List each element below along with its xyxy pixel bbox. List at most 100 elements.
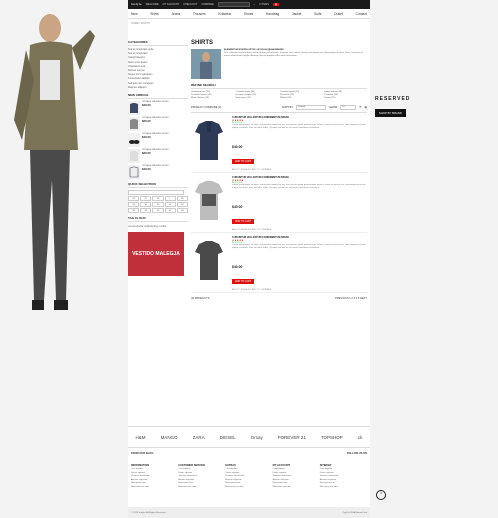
refine-link[interactable]: Morbi ultricies (16) bbox=[191, 97, 234, 99]
tag-link[interactable]: consectetur bbox=[128, 224, 144, 228]
footer-link[interactable]: Maecenas nec odio bbox=[225, 486, 272, 490]
breadcrumb[interactable]: HOME / SHIRTS bbox=[128, 19, 370, 28]
sidebar: CATEGORIES Sed ut perspiciatis unde Sed … bbox=[128, 40, 188, 277]
footer-link[interactable]: Maecenas nec odio bbox=[178, 486, 225, 490]
list-view-icon[interactable]: ☰ bbox=[359, 106, 361, 109]
product-image[interactable] bbox=[191, 116, 227, 164]
refine-link[interactable]: Vestibulum nisi (25) bbox=[191, 91, 234, 93]
refine-link[interactable]: Curabitur ligula (22) bbox=[280, 91, 323, 93]
refine-link[interactable]: Sed cursus (11) bbox=[236, 97, 279, 99]
refine-link[interactable]: Praesent (26) bbox=[325, 94, 368, 96]
cart-count[interactable]: 0 ITEMS bbox=[259, 3, 269, 6]
size-option[interactable]: 44 bbox=[164, 208, 176, 214]
top-link-compare[interactable]: COMPARE bbox=[201, 3, 213, 6]
nav-item[interactable]: Handbag bbox=[266, 12, 279, 16]
new-arrival-item[interactable]: VINTAGE WASHED SHIRT $25.00 bbox=[128, 117, 188, 132]
add-to-cart-button[interactable]: ADD TO CART bbox=[232, 279, 255, 284]
product-links[interactable]: ADD TO WISHLIST ADD TO COMPARE bbox=[232, 169, 367, 171]
footer-title: CUSTOMER SERVICE bbox=[178, 464, 206, 467]
new-arrival-price: $25.00 bbox=[142, 119, 151, 124]
refine-link[interactable]: Quisque semper (14) bbox=[236, 94, 279, 96]
size-option[interactable]: 30 bbox=[140, 202, 152, 208]
size-option[interactable]: S bbox=[140, 196, 152, 202]
banner-text: Duis vulputate lorem id dolor rutrum dic… bbox=[224, 52, 363, 57]
size-option[interactable]: M bbox=[152, 196, 164, 202]
brand-logo[interactable]: Orsay bbox=[251, 435, 263, 440]
footer-link[interactable]: Maecenas nec odio bbox=[273, 486, 320, 490]
product-links[interactable]: ADD TO WISHLIST ADD TO COMPARE bbox=[232, 229, 367, 231]
scroll-to-top-icon[interactable]: ⌃ bbox=[376, 490, 386, 500]
size-option[interactable]: L bbox=[164, 196, 176, 202]
footer-column: CUSTOMER SERVICE Cras dapibus Donec eges… bbox=[178, 464, 225, 504]
new-arrival-item[interactable]: VINTAGE WASHED SHIRT $40.00 bbox=[128, 165, 188, 180]
reserved-heading: RESERVED bbox=[375, 96, 411, 102]
product-image[interactable] bbox=[191, 176, 227, 224]
sort-select[interactable]: Default bbox=[296, 105, 327, 110]
product-image[interactable] bbox=[191, 236, 227, 284]
nav-item[interactable]: Outlet bbox=[334, 12, 343, 16]
brand-logo[interactable]: FOREVER 21 bbox=[278, 435, 306, 440]
size-option[interactable]: 32 bbox=[152, 202, 164, 208]
tag-link[interactable]: adipiscing bbox=[144, 224, 157, 228]
brand-logo[interactable]: TOPSHOP bbox=[321, 435, 343, 440]
page: instyle WELCOME MY ACCOUNT CHECKOUT COMP… bbox=[0, 0, 498, 518]
size-option[interactable]: 42 bbox=[152, 208, 164, 214]
copyright-text: © 2014 Instyle. All Rights Reserved. bbox=[131, 511, 166, 514]
nav-item[interactable]: Shoes bbox=[244, 12, 253, 16]
brand-logo[interactable]: DIESEL bbox=[220, 435, 236, 440]
nav-item[interactable]: Jacket bbox=[292, 12, 302, 16]
size-option[interactable]: 40 bbox=[140, 208, 152, 214]
logo[interactable]: instyle bbox=[131, 3, 142, 6]
size-option[interactable]: 34 bbox=[164, 202, 176, 208]
size-option[interactable]: 38 bbox=[128, 208, 140, 214]
add-to-cart-button[interactable]: ADD TO CART bbox=[232, 159, 255, 164]
brand-logo[interactable]: H&M bbox=[136, 435, 146, 440]
nav-item[interactable]: Jeans bbox=[171, 12, 180, 16]
add-to-cart-button[interactable]: ADD TO CART bbox=[232, 219, 255, 224]
compare-link[interactable]: PRODUCT COMPARE (0) bbox=[191, 106, 221, 109]
size-option[interactable]: 46 bbox=[176, 208, 188, 214]
refine-link[interactable]: Nullam (19) bbox=[280, 97, 323, 99]
refine-link[interactable]: Tincidunt mauris (40) bbox=[191, 94, 234, 96]
shop-button[interactable]: SHOP BY BRAND bbox=[375, 109, 406, 117]
tag-link[interactable]: mollis bbox=[159, 224, 167, 228]
show-select[interactable]: 15 bbox=[340, 105, 357, 110]
cart-icon[interactable]: ▤ bbox=[272, 3, 280, 6]
top-link-welcome[interactable]: WELCOME bbox=[146, 3, 159, 6]
search-input[interactable] bbox=[217, 2, 250, 7]
size-option[interactable]: XL bbox=[176, 196, 188, 202]
promo-banner[interactable]: VESTIDO MALEGJA bbox=[128, 232, 184, 277]
brand-logo[interactable]: ZARA bbox=[193, 435, 205, 440]
nav-item[interactable]: Knitwear bbox=[218, 12, 231, 16]
refine-link[interactable]: Donec (21) bbox=[325, 97, 368, 99]
new-arrival-item[interactable]: VINTAGE WASHED SHIRT $30.00 bbox=[128, 149, 188, 164]
nav-item[interactable]: Contact bbox=[356, 12, 367, 16]
size-option[interactable]: XS bbox=[128, 196, 140, 202]
footer-link[interactable]: Maecenas nec odio bbox=[131, 486, 178, 490]
brand-logo[interactable]: MANGO bbox=[161, 435, 178, 440]
size-option[interactable]: 28 bbox=[128, 202, 140, 208]
nav-item[interactable]: New bbox=[131, 12, 138, 16]
top-link-checkout[interactable]: CHECKOUT bbox=[183, 3, 197, 6]
nav-item[interactable]: Trousers bbox=[193, 12, 206, 16]
nav-item[interactable]: Shirts bbox=[150, 12, 158, 16]
brand-logo[interactable]: ck bbox=[358, 435, 363, 440]
quick-selection-title: QUICK SELECTION bbox=[128, 182, 188, 189]
size-option[interactable]: 36 bbox=[176, 202, 188, 208]
new-arrival-item[interactable]: VINTAGE WASHED SHIRT $40.00 bbox=[128, 101, 188, 116]
product-links[interactable]: ADD TO WISHLIST ADD TO COMPARE bbox=[232, 289, 367, 291]
quick-select[interactable] bbox=[128, 190, 184, 196]
category-item[interactable]: Magnam aliquam bbox=[128, 86, 188, 90]
category-banner: ELEMENTUM NOSTRA OPTIO LUCIUS ALIQUAM MA… bbox=[191, 49, 367, 79]
top-link-account[interactable]: MY ACCOUNT bbox=[163, 3, 180, 6]
refine-link[interactable]: Etiam laoreet (18) bbox=[325, 91, 368, 93]
refine-link[interactable]: Phasellus (12) bbox=[280, 94, 323, 96]
new-arrival-item[interactable]: VINTAGE WASHED SHIRT $40.00 bbox=[128, 133, 188, 148]
grid-view-icon[interactable]: ▦ bbox=[365, 106, 367, 109]
nav-item[interactable]: Suits bbox=[314, 12, 321, 16]
footer-link[interactable]: Maecenas nec odio bbox=[320, 486, 367, 490]
search-icon[interactable]: ⌕ bbox=[254, 3, 255, 6]
pager-links[interactable]: PREVIOUS 1 2 3 4 5 NEXT bbox=[335, 297, 367, 300]
refine-link[interactable]: Curabitur ligula (33) bbox=[236, 91, 279, 93]
blog-title[interactable]: FROM OUR BLOG bbox=[131, 452, 153, 455]
